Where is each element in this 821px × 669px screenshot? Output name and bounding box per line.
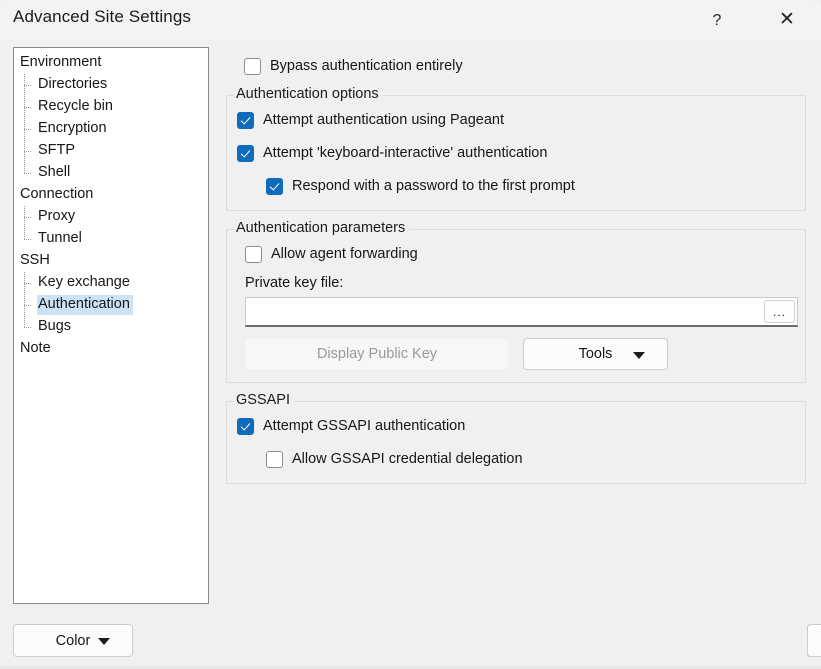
tree-item-tunnel[interactable]: Tunnel [14, 228, 208, 250]
tree-item-label: Shell [38, 164, 71, 180]
tree-item-note[interactable]: Note [14, 338, 208, 360]
tree-connector-icon [19, 228, 37, 250]
tools-button-label: Tools [578, 346, 613, 362]
color-button-label: Color [55, 632, 91, 649]
authentication-options-body: Attempt authentication using Pageant Atte… [227, 96, 805, 210]
tree-item-recycle-bin[interactable]: Recycle bin [14, 96, 208, 118]
private-key-file-field[interactable]: ... [245, 297, 798, 327]
chevron-down-icon [633, 352, 645, 359]
display-public-key-button[interactable]: Display Public Key [245, 338, 509, 370]
gssapi-option-label-1: Allow GSSAPI credential delegation [292, 451, 523, 467]
tree-item-connection[interactable]: Connection [14, 184, 208, 206]
tree-item-label: Key exchange [38, 274, 130, 290]
auth-option-label-1: Attempt 'keyboard-interactive' authentic… [263, 145, 548, 161]
auth-option-checkbox-0[interactable] [237, 111, 254, 129]
gssapi-title: GSSAPI [234, 392, 294, 408]
auth-option-label-2: Respond with a password to the first pro… [292, 178, 575, 194]
tree-item-directories[interactable]: Directories [14, 74, 208, 96]
auth-option-row-0[interactable]: Attempt authentication using Pageant [237, 108, 795, 132]
auth-option-row-1[interactable]: Attempt 'keyboard-interactive' authentic… [237, 141, 795, 165]
tree-item-ssh[interactable]: SSH [14, 250, 208, 272]
authentication-options-title: Authentication options [234, 86, 383, 102]
tree-connector-icon [19, 316, 37, 338]
authentication-parameters-group: Authentication parameters Allow agent fo… [226, 220, 806, 383]
settings-tree-panel[interactable]: Environment Directories Recycle bin Encrypt… [13, 47, 209, 604]
tree-item-shell[interactable]: Shell [14, 162, 208, 184]
tree-connector-icon [19, 162, 37, 184]
gssapi-option-row-0[interactable]: Attempt GSSAPI authentication [237, 414, 795, 438]
allow-agent-forwarding-row[interactable]: Allow agent forwarding [245, 242, 805, 266]
tree-connector-icon [19, 294, 37, 316]
tree-item-label: Connection [20, 186, 94, 202]
tree-item-label: Encryption [38, 120, 107, 136]
gssapi-group: GSSAPI Attempt GSSAPI authentication Allo… [226, 392, 806, 484]
tree-item-label: Directories [38, 76, 108, 92]
allow-agent-forwarding-label: Allow agent forwarding [271, 246, 418, 262]
tools-button[interactable]: Tools [523, 338, 668, 370]
tree-item-environment[interactable]: Environment [14, 52, 208, 74]
auth-option-checkbox-2[interactable] [266, 177, 283, 195]
gssapi-option-checkbox-0[interactable] [237, 417, 254, 435]
tree-connector-icon [19, 140, 37, 162]
key-actions-row: Display Public Key Tools [245, 338, 805, 370]
color-button[interactable]: Color [13, 624, 133, 657]
auth-option-row-2[interactable]: Respond with a password to the first pro… [266, 174, 795, 198]
tree-item-label: Tunnel [38, 230, 82, 246]
auth-option-checkbox-1[interactable] [237, 144, 254, 162]
auth-option-label-0: Attempt authentication using Pageant [263, 112, 505, 128]
tree-connector-icon [19, 206, 37, 228]
gssapi-option-checkbox-1[interactable] [266, 450, 283, 468]
close-icon[interactable]: ✕ [764, 3, 810, 35]
tree-item-label: Environment [20, 54, 102, 70]
gssapi-option-row-1[interactable]: Allow GSSAPI credential delegation [266, 447, 795, 471]
authentication-parameters-title: Authentication parameters [234, 220, 410, 236]
tree-connector-icon [19, 272, 37, 294]
bypass-authentication-label: Bypass authentication entirely [270, 58, 463, 74]
browse-private-key-button[interactable]: ... [764, 300, 795, 323]
tree-item-sftp[interactable]: SFTP [14, 140, 208, 162]
tree-connector-icon [19, 74, 37, 96]
title-bar: Advanced Site Settings ? ✕ [0, 0, 821, 40]
tree-connector-icon [19, 118, 37, 140]
dialog-footer: Color OK Cancel Help [0, 619, 821, 669]
chevron-down-icon [98, 638, 110, 645]
tree-connector-icon [19, 96, 37, 118]
tree-item-authentication[interactable]: Authentication [14, 294, 208, 316]
tree-item-label: Proxy [38, 208, 76, 224]
tree-item-label: Note [20, 340, 51, 356]
bypass-authentication-checkbox[interactable] [244, 57, 261, 75]
tree-item-encryption[interactable]: Encryption [14, 118, 208, 140]
allow-agent-forwarding-checkbox[interactable] [245, 245, 262, 263]
gssapi-body: Attempt GSSAPI authentication Allow GSSAP… [227, 402, 805, 483]
tree-item-label: Bugs [38, 318, 72, 334]
gssapi-option-label-0: Attempt GSSAPI authentication [263, 418, 466, 434]
tree-item-bugs[interactable]: Bugs [14, 316, 208, 338]
tree-item-proxy[interactable]: Proxy [14, 206, 208, 228]
help-icon[interactable]: ? [694, 5, 740, 37]
tree-item-label: SSH [20, 252, 50, 268]
tree-item-label: SFTP [38, 142, 76, 158]
private-key-file-input[interactable] [246, 298, 764, 325]
bypass-authentication-row[interactable]: Bypass authentication entirely [244, 55, 806, 77]
window-title: Advanced Site Settings [13, 7, 191, 26]
tree-item-label: Recycle bin [38, 98, 113, 114]
tree-item-label: Authentication [37, 295, 133, 315]
help-button[interactable]: Help [807, 624, 821, 657]
private-key-file-label: Private key file: [245, 275, 344, 291]
authentication-page: Bypass authentication entirely Authentic… [226, 47, 806, 604]
authentication-options-group: Authentication options Attempt authentic… [226, 86, 806, 211]
settings-tree-list: Environment Directories Recycle bin Encrypt… [14, 48, 208, 360]
authentication-parameters-body: Allow agent forwarding Private key file:… [227, 230, 805, 382]
tree-item-key-exchange[interactable]: Key exchange [14, 272, 208, 294]
